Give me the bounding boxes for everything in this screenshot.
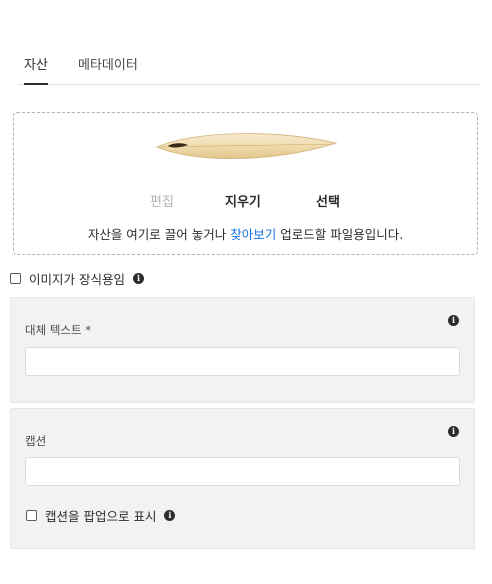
decorative-label: 이미지가 장식용임: [29, 272, 125, 287]
select-button[interactable]: 선택: [316, 191, 340, 210]
caption-panel: 캡션 i 캡션을 팝업으로 표시 i: [10, 408, 475, 549]
dropzone-text-before: 자산을 여기로 끌어 놓거나: [87, 227, 231, 242]
info-icon[interactable]: i: [448, 426, 459, 437]
tab-metadata[interactable]: 메타데이터: [78, 54, 138, 83]
info-icon[interactable]: i: [164, 510, 176, 521]
alt-text-label: 대체 텍스트 *: [25, 323, 91, 337]
surfboard-image: [155, 133, 338, 159]
caption-input[interactable]: [25, 457, 460, 486]
alt-text-input[interactable]: [25, 347, 460, 376]
caption-label: 캡션: [25, 434, 47, 448]
info-icon[interactable]: i: [448, 315, 459, 326]
dropzone-instructions: 자산을 여기로 끌어 놓거나 찾아보기 업로드할 파일용입니다.: [14, 224, 477, 243]
info-icon[interactable]: i: [132, 273, 144, 284]
tab-list: 자산 메타데이터: [18, 44, 480, 85]
alt-text-panel: 대체 텍스트 * i: [10, 297, 475, 403]
clear-button[interactable]: 지우기: [225, 191, 261, 210]
caption-popup-row: 캡션을 팝업으로 표시 i: [26, 506, 176, 525]
decorative-checkbox[interactable]: [10, 273, 21, 284]
caption-popup-label: 캡션을 팝업으로 표시: [45, 509, 157, 524]
decorative-image-row: 이미지가 장식용임 i: [10, 269, 144, 288]
dropzone-text-after: 업로드할 파일용입니다.: [276, 227, 404, 242]
browse-link[interactable]: 찾아보기: [230, 227, 276, 242]
caption-popup-checkbox[interactable]: [26, 510, 37, 521]
edit-button[interactable]: 편집: [150, 191, 174, 210]
asset-dropzone[interactable]: 편집 지우기 선택 자산을 여기로 끌어 놓거나 찾아보기 업로드할 파일용입니…: [13, 112, 478, 255]
tab-asset[interactable]: 자산: [24, 54, 48, 85]
